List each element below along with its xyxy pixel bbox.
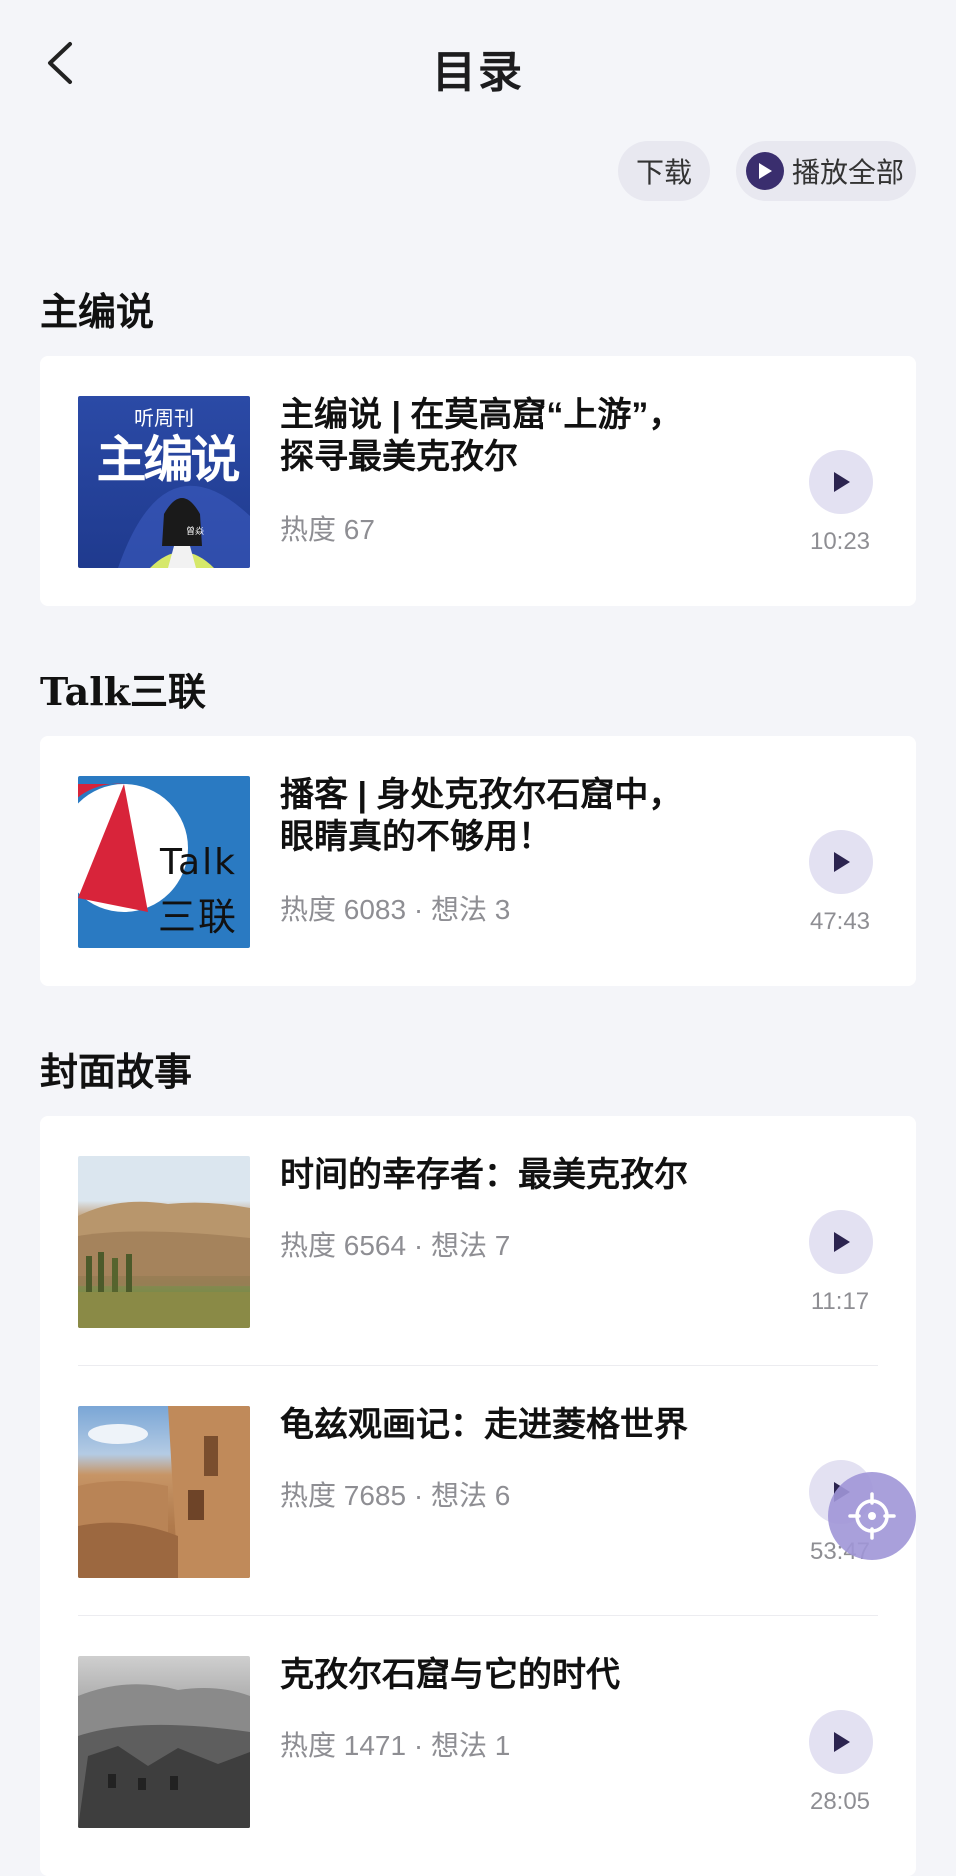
episode-cover	[78, 1656, 250, 1828]
episode-meta: 热度 6083 · 想法 3	[280, 894, 511, 925]
play-circle-icon	[746, 152, 784, 190]
page-title: 目录	[432, 48, 524, 97]
locate-current-button[interactable]	[828, 1472, 916, 1560]
cover-art	[78, 1684, 250, 1828]
episode-title: 龟兹观画记：走进菱格世界	[280, 1406, 688, 1444]
cover-author-text: 曾焱	[186, 526, 205, 536]
episode-duration: 10:23	[809, 528, 871, 555]
play-button[interactable]	[809, 830, 873, 894]
list-item[interactable]: 龟兹观画记：走进菱格世界 热度 7685 · 想法 6 53:47	[40, 1366, 916, 1616]
episode-cover: 听周刊 主编说 曾焱	[78, 396, 250, 568]
section-card-cover-story: 时间的幸存者：最美克孜尔 热度 6564 · 想法 7 11:17 龟兹观画记：…	[40, 1116, 916, 1876]
play-button[interactable]	[809, 1710, 873, 1774]
list-item[interactable]: 听周刊 主编说 曾焱 主编说 | 在莫高窟“上游”， 探寻最美克孜尔 热度 67…	[40, 356, 916, 606]
play-icon	[834, 1732, 850, 1752]
section-card-zhubianshuo: 听周刊 主编说 曾焱 主编说 | 在莫高窟“上游”， 探寻最美克孜尔 热度 67…	[40, 356, 916, 606]
play-icon	[834, 472, 850, 492]
episode-duration: 28:05	[809, 1788, 871, 1815]
list-item[interactable]: Talk 三联 播客 | 身处克孜尔石窟中， 眼睛真的不够用！ 热度 6083 …	[40, 736, 916, 986]
section-card-talk: Talk 三联 播客 | 身处克孜尔石窟中， 眼睛真的不够用！ 热度 6083 …	[40, 736, 916, 986]
download-button[interactable]: 下载	[618, 141, 710, 201]
section-title-zhubianshuo: 主编说	[40, 289, 155, 334]
cover-talk-text: Talk	[160, 842, 237, 883]
episode-title: 播客 | 身处克孜尔石窟中， 眼睛真的不够用！	[280, 776, 683, 856]
episode-meta: 热度 1471 · 想法 1	[280, 1730, 511, 1761]
episode-title: 时间的幸存者：最美克孜尔	[280, 1156, 688, 1194]
top-bar: 目录	[0, 0, 956, 130]
play-all-button[interactable]: 播放全部	[736, 141, 916, 201]
play-button[interactable]	[809, 1210, 873, 1274]
cover-art	[78, 1406, 250, 1578]
episode-duration: 11:17	[810, 1288, 870, 1315]
section-title-talk: Talk三联	[40, 669, 207, 714]
episode-cover	[78, 1406, 250, 1578]
cover-sanlian-text: 三联	[158, 897, 239, 939]
episode-title: 主编说 | 在莫高窟“上游”， 探寻最美克孜尔	[280, 396, 683, 476]
episode-meta: 热度 67	[280, 514, 375, 545]
play-icon	[834, 852, 850, 872]
download-label: 下载	[635, 157, 692, 188]
episode-cover: Talk 三联	[78, 776, 250, 948]
episode-duration: 47:43	[809, 908, 871, 935]
list-item[interactable]: 时间的幸存者：最美克孜尔 热度 6564 · 想法 7 11:17	[40, 1116, 916, 1366]
cover-top-text: 听周刊	[134, 406, 194, 430]
episode-title: 克孜尔石窟与它的时代	[280, 1656, 620, 1694]
episode-cover	[78, 1156, 250, 1328]
locate-target-icon	[848, 1492, 896, 1540]
episode-meta: 热度 7685 · 想法 6	[280, 1480, 511, 1511]
episode-meta: 热度 6564 · 想法 7	[280, 1230, 511, 1261]
play-icon	[834, 1232, 850, 1252]
cover-art	[78, 1201, 250, 1328]
play-all-label: 播放全部	[792, 157, 905, 188]
play-button[interactable]	[809, 450, 873, 514]
section-title-cover-story: 封面故事	[40, 1049, 193, 1094]
cover-main-text: 主编说	[96, 430, 241, 489]
list-item[interactable]: 克孜尔石窟与它的时代 热度 1471 · 想法 1 28:05	[40, 1616, 916, 1866]
